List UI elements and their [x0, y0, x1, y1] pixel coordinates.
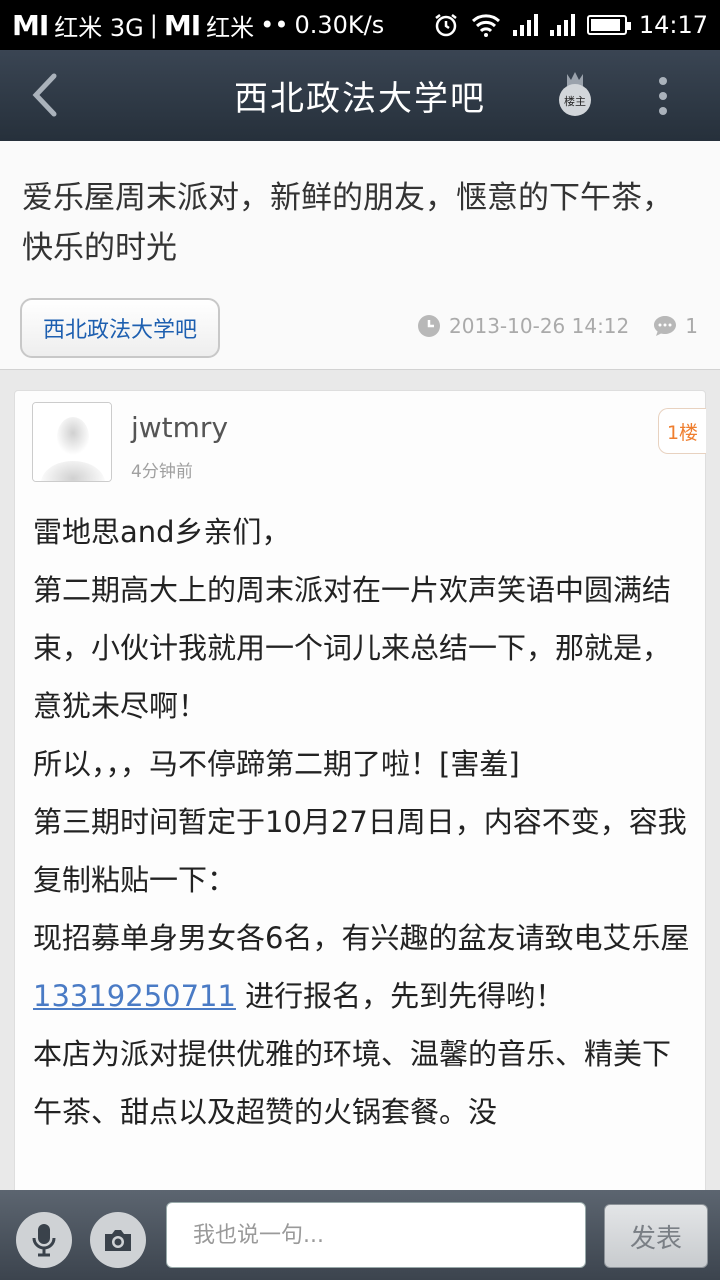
post-timestamp: 2013-10-26 14:12	[449, 314, 630, 338]
camera-icon	[105, 1230, 131, 1251]
signal2-icon	[549, 14, 575, 36]
body-line: 现招募单身男女各6名，有兴趣的盆友请致电艾乐屋 13319250711 进行报名，…	[33, 909, 693, 1025]
back-icon[interactable]	[26, 70, 66, 120]
recruit-text-end: 进行报名，先到先得哟！	[235, 979, 565, 1013]
host-only-icon[interactable]: 楼主	[553, 70, 597, 120]
carrier2-name: 红米	[206, 13, 255, 42]
send-button[interactable]: 发表	[604, 1204, 708, 1268]
phone-link[interactable]: 13319250711	[33, 979, 236, 1013]
body-line: 本店为派对提供优雅的环境、温馨的音乐、精美下午茶、甜点以及超赞的火锅套餐。没	[33, 1037, 672, 1129]
avatar[interactable]	[32, 402, 112, 482]
clock-icon	[418, 315, 441, 337]
voice-button[interactable]	[16, 1212, 72, 1268]
reply-input[interactable]	[167, 1203, 585, 1267]
username[interactable]: jwtmry	[131, 411, 228, 444]
default-avatar-icon	[33, 403, 111, 481]
reply-bar: 发表	[0, 1190, 720, 1280]
body-line: 第三期时间暂定于10月27日周日，内容不变，容我复制粘贴一下：	[33, 805, 687, 897]
wifi-icon	[471, 14, 500, 37]
post-meta: 2013-10-26 14:12 1	[417, 314, 698, 338]
microphone-icon	[32, 1224, 56, 1257]
status-bar: MI 红米 3G | MI 红米 •• 0.30K/s 14:17	[0, 0, 720, 50]
host-badge-label: 楼主	[564, 94, 586, 108]
carrier1-name: 红米 3G	[54, 13, 144, 42]
carrier-divider: |	[149, 11, 158, 39]
notification-dots: ••	[260, 11, 289, 39]
more-icon[interactable]	[650, 74, 676, 118]
body-line: 所以，，，马不停蹄第二期了啦！[害羞]	[33, 747, 520, 781]
body-line: 雷地思and乡亲们，	[33, 515, 291, 549]
floor-card: jwtmry 4分钟前 1楼 雷地思and乡亲们， 第二期高大上的周末派对在一片…	[14, 390, 706, 1210]
post-title: 爱乐屋周末派对，新鲜的朋友，惬意的下午茶，快乐的时光	[22, 180, 673, 266]
page-title: 西北政法大学吧	[234, 79, 486, 119]
reply-input-box[interactable]	[166, 1202, 586, 1268]
reply-count: 1	[685, 314, 698, 338]
forum-link-button[interactable]: 西北政法大学吧	[20, 298, 220, 358]
post-header: 爱乐屋周末派对，新鲜的朋友，惬意的下午茶，快乐的时光 西北政法大学吧 2013-…	[0, 141, 720, 370]
comment-icon	[654, 316, 677, 336]
title-bar: 西北政法大学吧 楼主	[0, 50, 720, 141]
recruit-text: 现招募单身男女各6名，有兴趣的盆友请致电艾乐屋	[33, 921, 690, 955]
body-line: 第二期高大上的周末派对在一片欢声笑语中圆满结束，小伙计我就用一个词儿来总结一下，…	[33, 573, 672, 723]
post-body: 雷地思and乡亲们， 第二期高大上的周末派对在一片欢声笑语中圆满结束，小伙计我就…	[33, 503, 693, 1141]
clock: 14:17	[638, 11, 708, 39]
network-speed: 0.30K/s	[294, 11, 385, 39]
reply-time: 4分钟前	[131, 462, 193, 482]
carrier2-logo: MI	[163, 8, 201, 42]
floor-number-badge: 1楼	[658, 408, 706, 454]
carrier1-logo: MI	[12, 8, 49, 42]
battery-icon	[586, 15, 631, 35]
camera-button[interactable]	[90, 1212, 146, 1268]
alarm-icon	[435, 14, 457, 37]
signal1-icon	[512, 14, 538, 36]
